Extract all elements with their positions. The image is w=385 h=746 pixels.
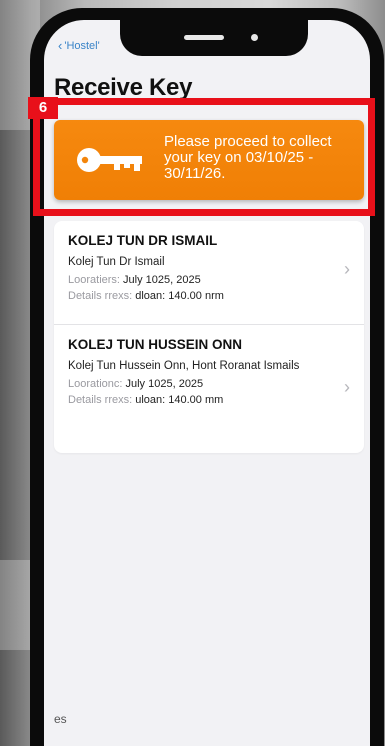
details-label: Details rrexs: bbox=[68, 290, 133, 302]
hostel-location: Loorationc: July 1025, 2025 bbox=[68, 378, 364, 390]
front-camera bbox=[251, 34, 258, 41]
hostel-location: Looratiers: July 1025, 2025 bbox=[68, 274, 364, 286]
chevron-right-icon: › bbox=[344, 377, 350, 397]
hostel-name: KOLEJ TUN DR ISMAIL bbox=[68, 233, 218, 248]
back-button-label: 'Hostel' bbox=[64, 39, 100, 52]
speaker-grille bbox=[184, 35, 224, 40]
step-highlight-box bbox=[33, 98, 375, 216]
list-item[interactable]: KOLEJ TUN DR ISMAIL Kolej Tun Dr Ismail … bbox=[54, 221, 364, 325]
hostel-subtitle: Kolej Tun Hussein Onn, Hont Roranat Isma… bbox=[68, 360, 300, 372]
list-item[interactable]: KOLEJ TUN HUSSEIN ONN Kolej Tun Hussein … bbox=[54, 325, 364, 453]
hostel-subtitle: Kolej Tun Dr Ismail bbox=[68, 256, 165, 268]
tab-bar-label[interactable]: es bbox=[54, 712, 67, 726]
chevron-left-icon: ‹ bbox=[58, 38, 63, 53]
hostel-details: Details rrexs: dloan: 140.00 nrm bbox=[68, 290, 364, 302]
phone-notch bbox=[120, 20, 308, 56]
hostel-name: KOLEJ TUN HUSSEIN ONN bbox=[68, 337, 243, 352]
step-badge: 6 bbox=[28, 97, 58, 119]
location-label: Looratiers: bbox=[68, 274, 120, 286]
background-panel bbox=[0, 560, 30, 650]
location-label: Loorationc: bbox=[68, 378, 123, 390]
details-value: dloan: 140.00 nrm bbox=[135, 290, 224, 302]
location-value: July 1025, 2025 bbox=[123, 274, 201, 286]
details-value: uloan: 140.00 mm bbox=[135, 394, 224, 406]
details-label: Details rrexs: bbox=[68, 394, 133, 406]
location-value: July 1025, 2025 bbox=[125, 378, 204, 390]
hostel-details: Details rrexs: uloan: 140.00 mm bbox=[68, 394, 364, 406]
hostel-list: KOLEJ TUN DR ISMAIL Kolej Tun Dr Ismail … bbox=[54, 221, 364, 453]
back-button[interactable]: ‹ 'Hostel' bbox=[58, 38, 100, 53]
chevron-right-icon: › bbox=[344, 259, 350, 279]
